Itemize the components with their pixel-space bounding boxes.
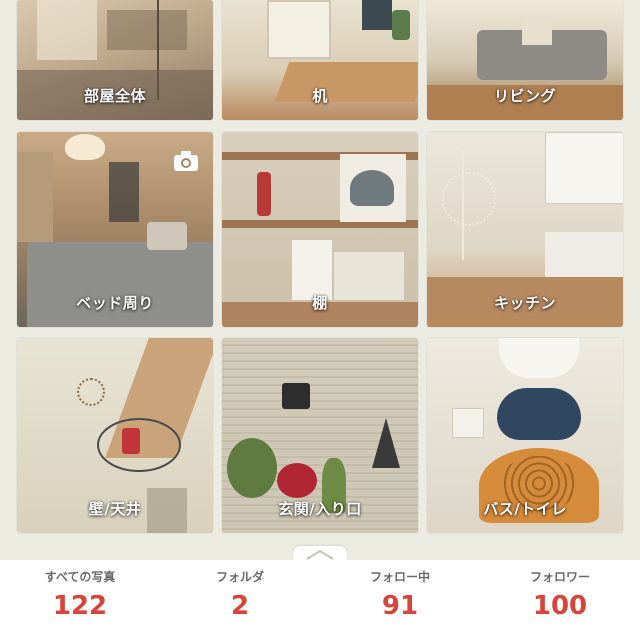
folder-tile-bedroom[interactable]: ベッド周り [17, 132, 213, 327]
folder-tile-bath-toilet[interactable]: バス/トイレ [427, 338, 623, 533]
stat-label: フォロー中 [369, 570, 430, 584]
folder-label: 机 [312, 87, 328, 105]
stat-value: 100 [532, 591, 588, 621]
stat-folders[interactable]: フォルダ 2 [160, 560, 320, 640]
folder-label: ベッド周り [76, 294, 154, 312]
folder-tile-desk[interactable]: 机 [222, 0, 418, 120]
folder-label: リビング [493, 87, 556, 105]
folder-label: 棚 [312, 294, 328, 312]
stat-following[interactable]: フォロー中 91 [320, 560, 480, 640]
profile-stats-bar: すべての写真 122 フォルダ 2 フォロー中 91 フォロワー 100 [0, 560, 640, 640]
folder-grid: 部屋全体 机 リビング ベッド周り 棚 キッチン 壁/天井 玄関/入り口 バス/… [0, 0, 640, 540]
folder-label: 壁/天井 [88, 500, 142, 518]
folder-label: 玄関/入り口 [278, 500, 362, 518]
folder-tile-room-overview[interactable]: 部屋全体 [17, 0, 213, 120]
stat-label: すべての写真 [44, 570, 116, 584]
stat-label: フォロワー [529, 570, 590, 584]
folder-label: キッチン [493, 294, 556, 312]
stat-all-photos[interactable]: すべての写真 122 [0, 560, 160, 640]
stat-label: フォルダ [215, 570, 264, 584]
stat-value: 91 [381, 591, 419, 621]
camera-icon[interactable] [173, 150, 199, 172]
folder-tile-living[interactable]: リビング [427, 0, 623, 120]
stat-followers[interactable]: フォロワー 100 [480, 560, 640, 640]
folder-tile-kitchen[interactable]: キッチン [427, 132, 623, 327]
folder-tile-entrance[interactable]: 玄関/入り口 [222, 338, 418, 533]
folder-label: バス/トイレ [483, 500, 567, 518]
folder-tile-shelf[interactable]: 棚 [222, 132, 418, 327]
folder-tile-wall-ceiling[interactable]: 壁/天井 [17, 338, 213, 533]
folder-label: 部屋全体 [83, 87, 146, 105]
stat-value: 122 [52, 591, 108, 621]
stat-value: 2 [230, 591, 250, 621]
